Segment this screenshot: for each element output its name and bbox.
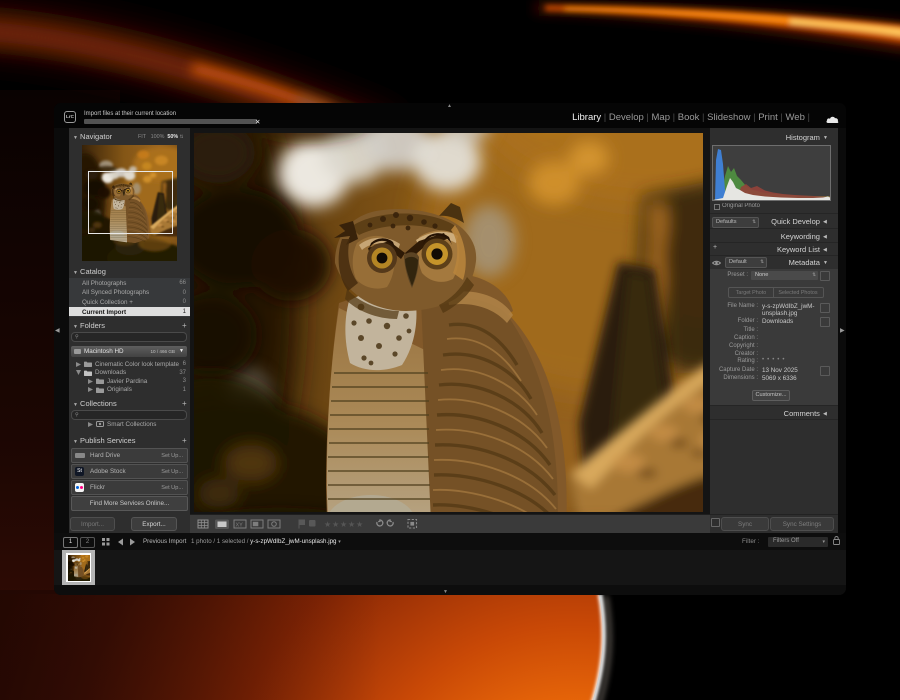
svg-text:XY: XY: [236, 523, 244, 529]
svg-text:★: ★: [340, 520, 347, 529]
svg-text:★: ★: [348, 520, 355, 529]
svg-text:★: ★: [356, 520, 363, 529]
svg-text:★: ★: [324, 520, 331, 529]
svg-text:★: ★: [332, 520, 339, 529]
